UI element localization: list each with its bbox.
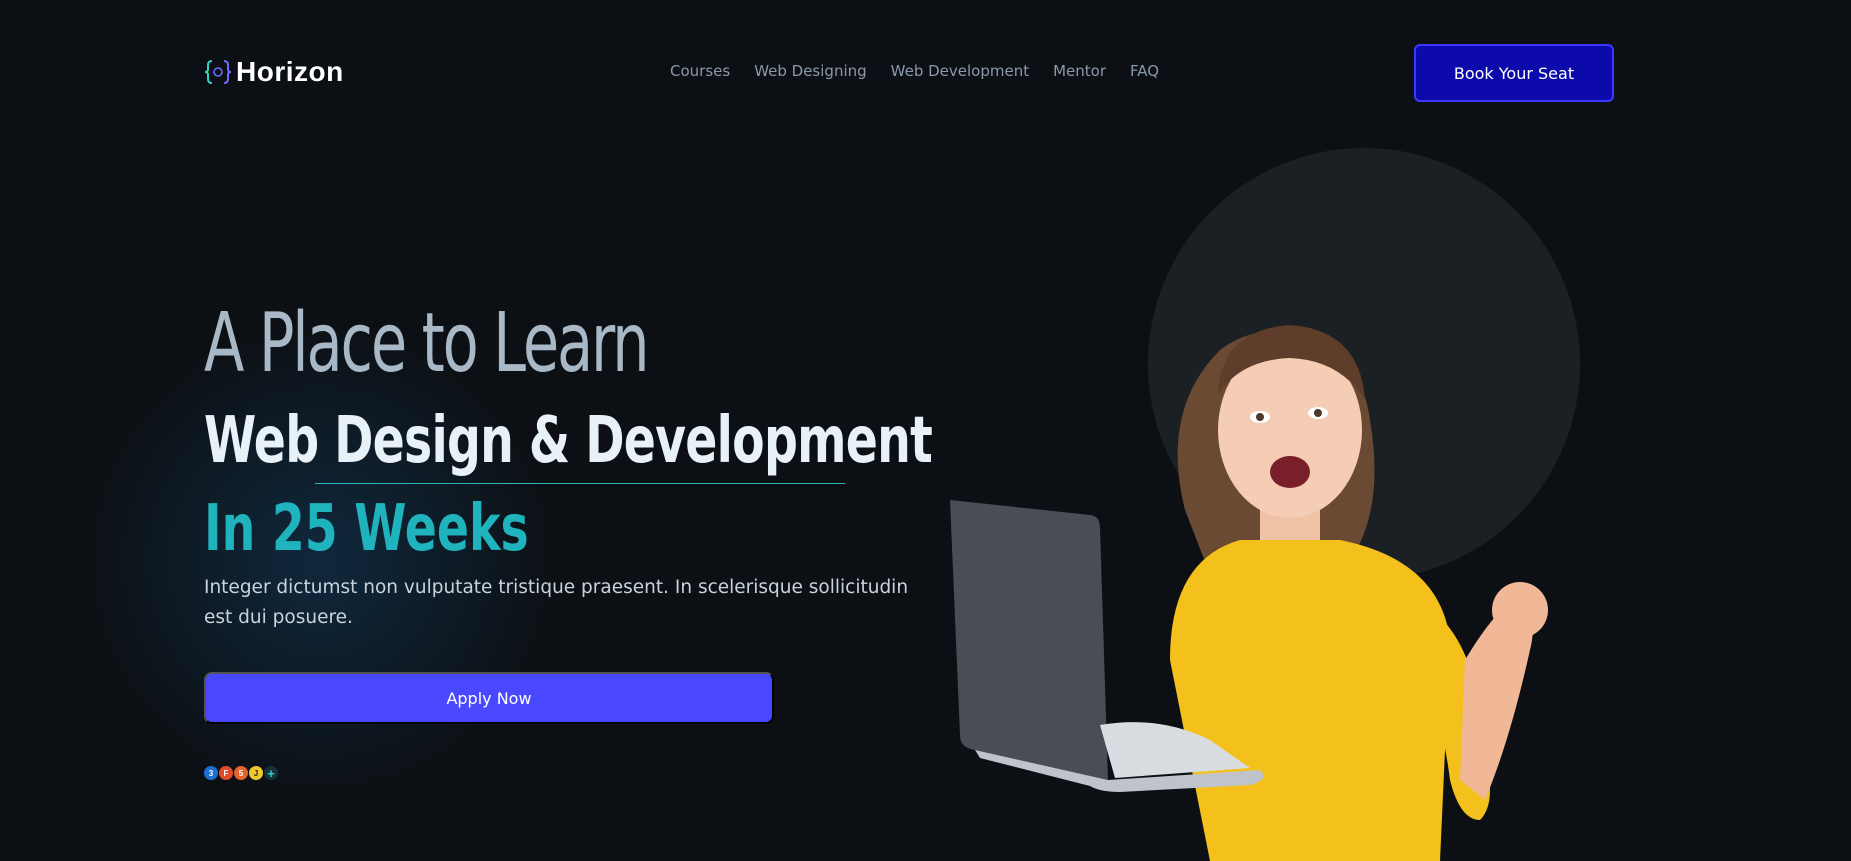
apply-now-button[interactable]: Apply Now [204, 672, 774, 724]
nav-item-faq[interactable]: FAQ [1130, 62, 1159, 80]
nav-item-web-development[interactable]: Web Development [891, 62, 1029, 80]
book-your-seat-button[interactable]: Book Your Seat [1414, 44, 1614, 102]
figma-icon: F [219, 766, 233, 780]
nav-item-mentor[interactable]: Mentor [1053, 62, 1106, 80]
html5-icon: 5 [234, 766, 248, 780]
plus-icon: + [264, 766, 278, 781]
logo[interactable]: Horizon [204, 56, 344, 88]
hero-headline-line1: A Place to Learn [204, 296, 650, 391]
logo-text: Horizon [236, 56, 344, 87]
nav-item-courses[interactable]: Courses [670, 62, 730, 80]
hero-image-student-with-laptop [950, 325, 1548, 861]
hero-headline-line3: In 25 Weeks [204, 492, 529, 566]
javascript-icon: J [249, 766, 263, 780]
css3-icon: 3 [204, 766, 218, 780]
headline-underline [315, 483, 845, 484]
hero-headline-line2: Web Design & Development [204, 404, 933, 478]
nav-item-web-designing[interactable]: Web Designing [754, 62, 866, 80]
main-nav: Courses Web Designing Web Development Me… [670, 62, 1159, 80]
tech-icons: 3 F 5 J + [204, 766, 278, 781]
hero-description: Integer dictumst non vulputate tristique… [204, 577, 909, 628]
logo-icon [204, 58, 232, 86]
